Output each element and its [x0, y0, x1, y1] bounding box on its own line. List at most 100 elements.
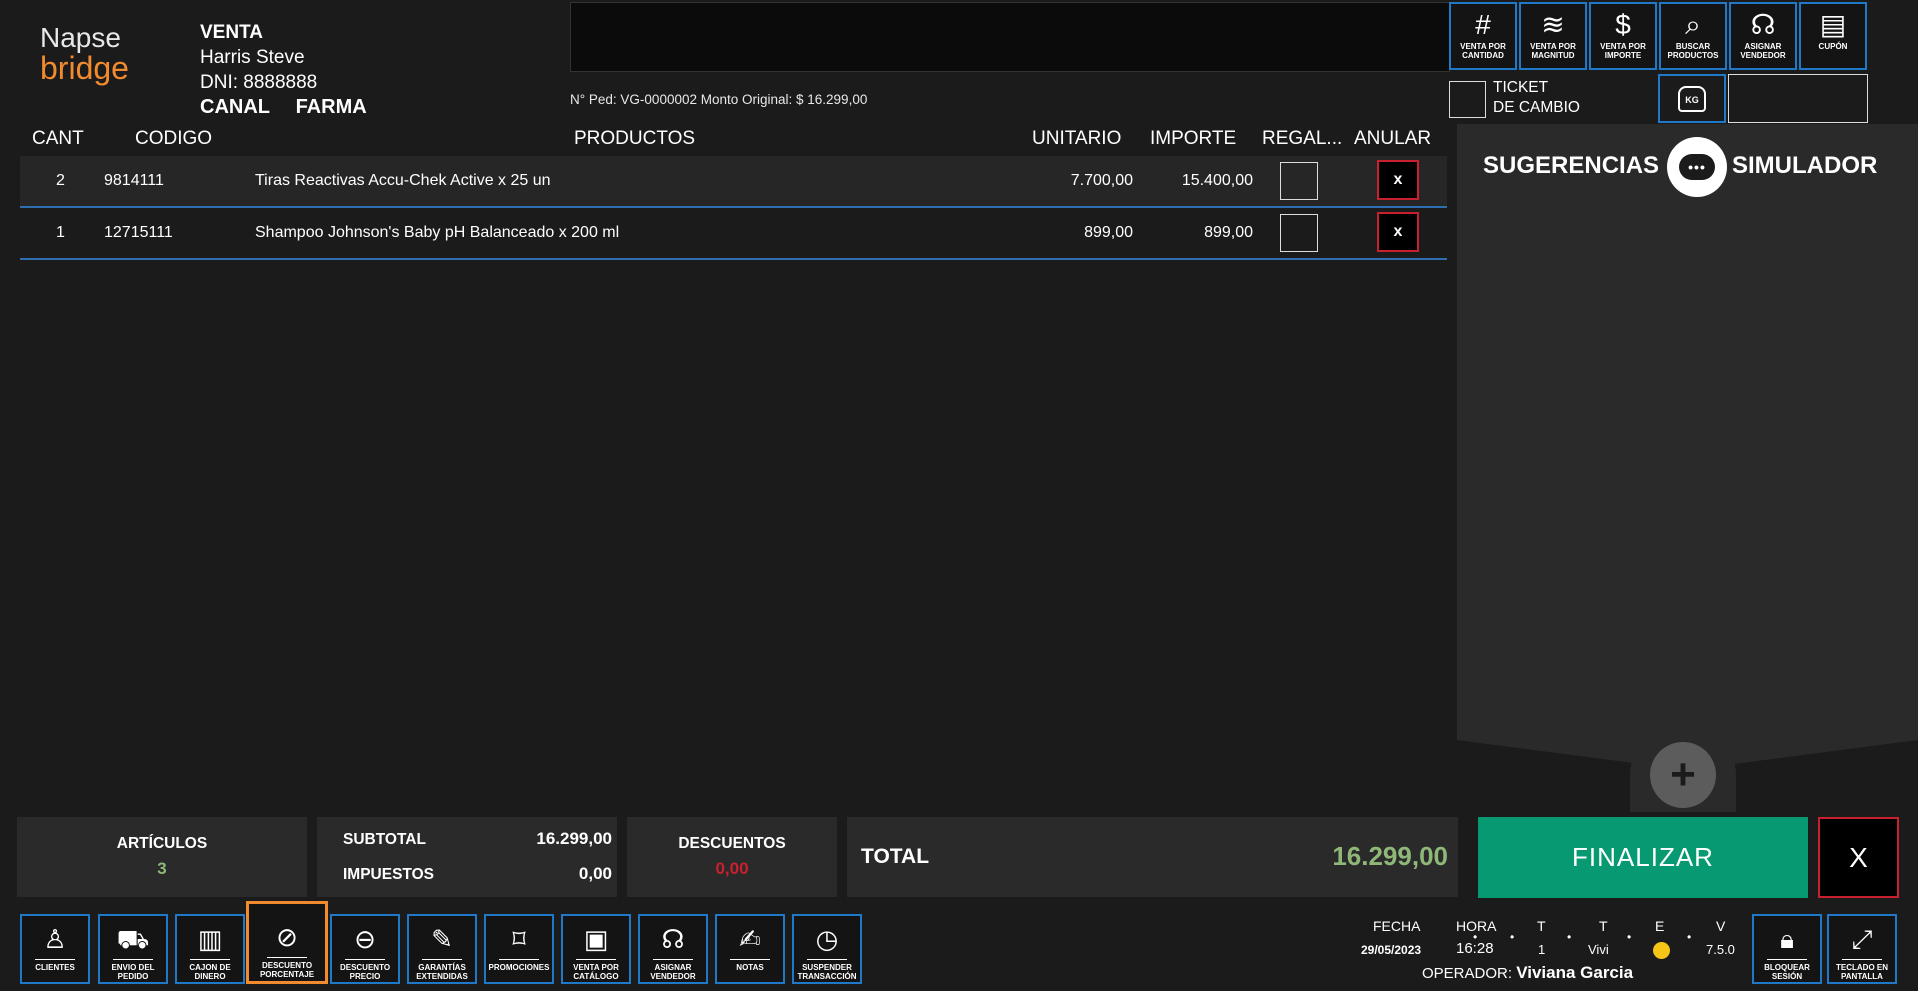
add-button[interactable]: +	[1650, 742, 1716, 808]
finalizar-button[interactable]: FINALIZAR	[1478, 817, 1808, 898]
hash-icon: #	[1475, 9, 1491, 40]
weight-input[interactable]	[1728, 74, 1868, 123]
venta-por-magnitud-button[interactable]: ≋ VENTA POR MAGNITUD	[1519, 2, 1587, 70]
document-pen-icon: ✎	[422, 920, 462, 960]
terminal-label: T	[1537, 918, 1546, 934]
fecha-value: 29/05/2023	[1361, 943, 1422, 957]
channel-label: CANAL	[200, 96, 270, 118]
header-importe: IMPORTE	[1150, 128, 1237, 149]
truck-icon: ⛟	[113, 920, 153, 960]
kg-button[interactable]: KG	[1658, 74, 1726, 123]
note-icon: ✍	[730, 920, 770, 960]
total-box: TOTAL 16.299,00	[847, 817, 1458, 897]
descuento-precio-button[interactable]: ⊖ DESCUENTO PRECIO	[330, 914, 400, 984]
logo-napse: Napse	[40, 22, 121, 53]
drawer-icon: ▥	[190, 920, 230, 960]
cancel-transaction-button[interactable]: X	[1818, 817, 1899, 898]
garantias-extendidas-button[interactable]: ✎ GARANTÍAS EXTENDIDAS	[407, 914, 477, 984]
notas-button[interactable]: ✍ NOTAS	[715, 914, 785, 984]
articulos-box: ARTÍCULOS 3	[17, 817, 307, 897]
promociones-button[interactable]: ⌑ PROMOCIONES	[484, 914, 554, 984]
impuestos-value: 0,00	[578, 864, 612, 883]
weight-icon: KG	[1678, 85, 1706, 112]
bloquear-sesion-button[interactable]: 🔒︎ BLOQUEAR SESIÓN	[1752, 914, 1822, 984]
channel-info: CANAL FARMA	[200, 96, 387, 119]
header-productos: PRODUCTOS	[574, 128, 696, 149]
customer-name: Harris Steve	[200, 47, 305, 68]
row-unitario: 7.700,00	[1070, 172, 1133, 189]
cupon-button[interactable]: ▤ CUPÓN	[1799, 2, 1867, 70]
asignar-vendedor-bottom-button[interactable]: ☊ ASIGNAR VENDEDOR	[638, 914, 708, 984]
customer-info: VENTA Harris Steve DNI: 8888888	[200, 20, 317, 95]
operator-info: OPERADOR: Viviana Garcia	[1422, 963, 1633, 983]
descuentos-value: 0,00	[715, 859, 749, 878]
percent-icon: ⊘	[267, 918, 307, 958]
subtotal-value: 16.299,00	[536, 829, 612, 848]
header-unitario: UNITARIO	[1032, 128, 1122, 149]
channel-value: FARMA	[295, 96, 367, 118]
suggestions-panel	[1457, 124, 1918, 788]
operator-label: OPERADOR:	[1422, 965, 1513, 982]
header-codigo: CODIGO	[135, 128, 213, 149]
articulos-value: 3	[157, 859, 167, 878]
envio-pedido-button[interactable]: ⛟ ENVIO DEL PEDIDO	[98, 914, 168, 984]
terminal-value: 1	[1538, 942, 1546, 957]
row-importe: 15.400,00	[1181, 172, 1253, 189]
anular-button[interactable]: x	[1377, 212, 1419, 252]
logo-bridge: bridge	[40, 50, 129, 86]
header-regalo: REGAL...	[1262, 128, 1343, 149]
tag-icon: ⌑	[499, 920, 539, 960]
chat-icon: •••	[1679, 154, 1715, 180]
customer-dni: DNI: 8888888	[200, 72, 318, 93]
clock-icon: ◷	[807, 920, 847, 960]
chat-toggle[interactable]: •••	[1667, 137, 1727, 197]
venta-por-importe-button[interactable]: $ VENTA POR IMPORTE	[1589, 2, 1657, 70]
regalo-checkbox[interactable]	[1280, 214, 1318, 252]
row-importe: 899,00	[1204, 224, 1253, 241]
impuestos-label: IMPUESTOS	[343, 866, 435, 883]
table-row[interactable]: 1 12715111 Shampoo Johnson's Baby pH Bal…	[20, 208, 1447, 260]
dollar-minus-icon: ⊖	[345, 920, 385, 960]
barcode-icon: ▤	[1819, 9, 1847, 40]
tab-simulador[interactable]: SIMULADOR	[1732, 152, 1877, 180]
venta-por-cantidad-button[interactable]: # VENTA POR CANTIDAD	[1449, 2, 1517, 70]
row-producto: Shampoo Johnson's Baby pH Balanceado x 2…	[255, 224, 620, 241]
total-label: TOTAL	[861, 845, 930, 868]
fecha-label: FECHA	[1373, 918, 1421, 934]
buscar-productos-button[interactable]: ⌕ BUSCAR PRODUCTOS	[1659, 2, 1727, 70]
operator-name: Viviana Garcia	[1516, 963, 1634, 982]
version-label: V	[1716, 918, 1726, 934]
row-codigo: 9814111	[104, 172, 164, 189]
scan-input[interactable]	[570, 2, 1450, 72]
suspender-transaccion-button[interactable]: ◷ SUSPENDER TRANSACCIÓN	[792, 914, 862, 984]
header-anular: ANULAR	[1354, 128, 1432, 149]
headset-icon: ☊	[653, 920, 693, 960]
row-unitario: 899,00	[1084, 224, 1133, 241]
anular-button[interactable]: x	[1377, 160, 1419, 200]
lock-icon: 🔒︎	[1767, 920, 1807, 960]
expand-icon: ⤢	[1842, 920, 1882, 960]
venta-catalogo-button[interactable]: ▣ VENTA POR CATÁLOGO	[561, 914, 631, 984]
ticket-cambio-label: TICKET DE CAMBIO	[1493, 79, 1580, 116]
descuentos-label: DESCUENTOS	[678, 835, 786, 852]
descuentos-box: DESCUENTOS 0,00	[627, 817, 837, 897]
status-dot: •	[1687, 930, 1692, 944]
clientes-button[interactable]: ♙ CLIENTES	[20, 914, 90, 984]
table-row[interactable]: 2 9814111 Tiras Reactivas Accu-Chek Acti…	[20, 156, 1447, 208]
subtotal-box: SUBTOTAL 16.299,00 IMPUESTOS 0,00	[317, 817, 617, 897]
catalog-icon: ▣	[576, 920, 616, 960]
descuento-porcentaje-button[interactable]: ⊘ DESCUENTO PORCENTAJE	[246, 901, 328, 984]
sale-type: VENTA	[200, 22, 263, 43]
status-indicator-icon	[1653, 942, 1670, 959]
search-icon: ⌕	[1685, 9, 1701, 40]
tab-sugerencias[interactable]: SUGERENCIAS	[1483, 152, 1659, 180]
turno-label: T	[1599, 918, 1608, 934]
articulos-label: ARTÍCULOS	[116, 835, 208, 852]
row-cant: 1	[56, 224, 65, 241]
teclado-pantalla-button[interactable]: ⤢ TECLADO EN PANTALLA	[1827, 914, 1897, 984]
ticket-cambio-checkbox[interactable]	[1449, 81, 1486, 118]
asignar-vendedor-button[interactable]: ☊ ASIGNAR VENDEDOR	[1729, 2, 1797, 70]
regalo-checkbox[interactable]	[1280, 162, 1318, 200]
status-dot: •	[1510, 930, 1515, 944]
cajon-dinero-button[interactable]: ▥ CAJON DE DINERO	[175, 914, 245, 984]
